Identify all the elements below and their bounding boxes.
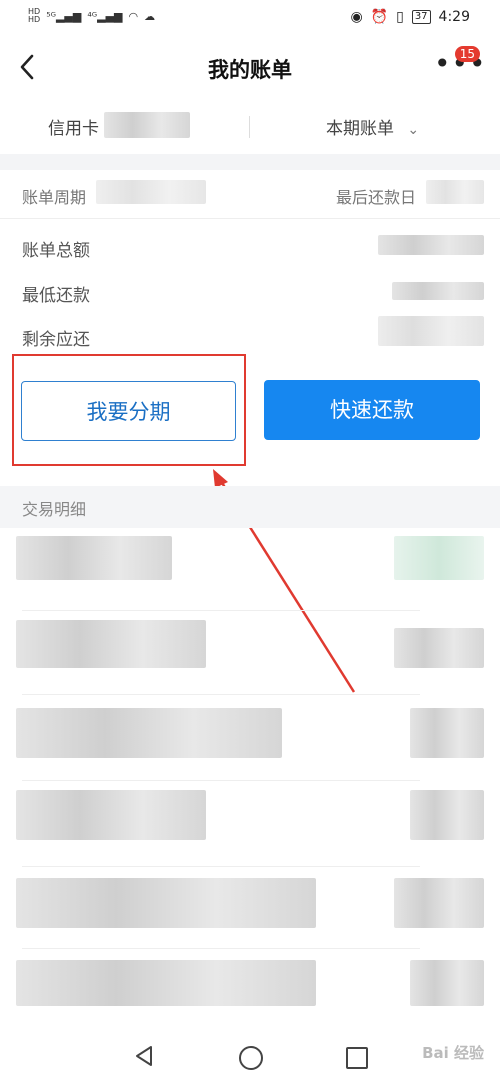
masked-transaction-amount [394,628,484,668]
divider [22,866,420,867]
masked-transaction[interactable] [16,708,282,758]
masked-transaction[interactable] [16,878,316,928]
masked-transaction[interactable] [16,620,206,668]
masked-transaction-amount [394,536,484,580]
divider [22,780,420,781]
nav-home-icon[interactable] [239,1046,263,1070]
watermark: Bai 经验 [422,1044,484,1062]
masked-transaction-amount [394,878,484,928]
masked-transaction-amount [410,708,484,758]
masked-transaction[interactable] [16,790,206,840]
masked-transaction-amount [410,790,484,840]
nav-back-icon[interactable] [133,1044,155,1068]
transactions-title: 交易明细 [22,500,87,519]
masked-transaction-amount [410,960,484,1006]
divider [22,948,420,949]
transactions-header: 交易明细 [0,486,500,528]
divider [22,694,420,695]
system-nav-bar: Bai 经验 [0,1030,500,1084]
divider [22,610,420,611]
masked-transaction[interactable] [16,960,316,1006]
nav-recents-icon[interactable] [346,1047,368,1069]
masked-transaction[interactable] [16,536,172,580]
